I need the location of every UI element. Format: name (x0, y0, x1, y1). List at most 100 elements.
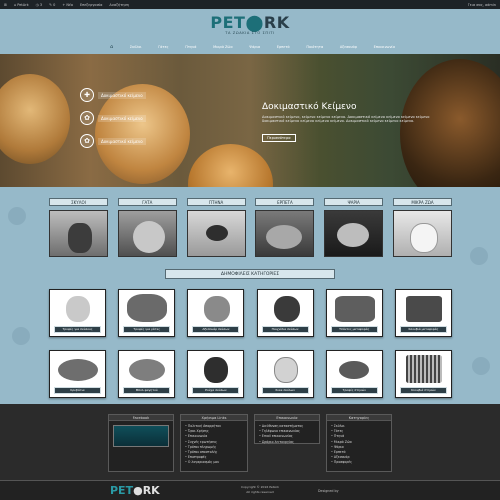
footer-logo-text-1: PET (110, 484, 134, 497)
nav-item[interactable]: Ψάρια (249, 45, 260, 49)
bird-image[interactable] (186, 210, 246, 257)
main-content: ΣΚΥΛΟΙ ΓΑΤΑ ΠΤΗΝΑ ΕΡΠΕΤΑ ΨΑΡΙΑ ΜΙΚΡΑ ΖΩΑ… (0, 187, 500, 404)
site-logo[interactable]: PET⬤RK ΤΑ ΖΩΑΚΙΑ ΣΤΟ ΣΠΙΤΙ (205, 13, 295, 35)
nav-item[interactable]: Σκύλοι (130, 45, 142, 49)
hero-banner: ✚ Δοκιμαστικό κείμενο ✿ Δοκιμαστικό κείμ… (0, 54, 500, 187)
category-card[interactable]: Τροφές για σκύλους (49, 289, 106, 337)
pet-type-label: ΣΚΥΛΟΙ (49, 198, 108, 206)
footer-logo-paw-icon: ● (133, 484, 143, 497)
hero-feature: ✿ Δοκιμαστικό κείμενο (80, 111, 195, 125)
nav-item[interactable]: Ερπετά (277, 45, 290, 49)
pet-type-label: ΨΑΡΙΑ (324, 198, 384, 206)
popular-categories-title: ΔΗΜΟΦΙΛΕΙΣ ΚΑΤΗΓΟΡΙΕΣ (165, 269, 335, 279)
hero-body: Δοκιμαστικό κείμενο, κείμενο κείμενο κεί… (262, 115, 430, 124)
admin-bar-item[interactable]: ⊞ (4, 3, 7, 7)
pet-type-reptiles[interactable]: ΕΡΠΕΤΑ (255, 198, 315, 258)
facebook-page-preview[interactable] (113, 425, 169, 447)
pet-type-small-animals[interactable]: ΜΙΚΡΑ ΖΩΑ (392, 198, 452, 258)
nav-item[interactable]: Επικοινωνία (374, 45, 395, 49)
category-card[interactable]: Μπολ φαγητού (118, 350, 176, 398)
category-label: Μπολ φαγητού (123, 387, 171, 394)
category-image (338, 361, 369, 379)
category-card[interactable]: Τροφές για γάτες (118, 289, 176, 337)
admin-bar-item[interactable]: ◷ 3 (36, 3, 42, 7)
footer-logo[interactable]: PET●RK (110, 484, 160, 497)
copyright: Copyright © 2016 PetArk All rights reser… (220, 485, 300, 494)
category-card[interactable]: Παιχνίδια σκύλων (256, 289, 314, 337)
pet-type-birds[interactable]: ΠΤΗΝΑ (186, 198, 246, 258)
hero-feature-label: Δοκιμαστικό κείμενο (98, 91, 146, 99)
hero-more-button[interactable]: Περισσότερα (262, 133, 296, 142)
hero-features: ✚ Δοκιμαστικό κείμενο ✿ Δοκιμαστικό κείμ… (80, 88, 195, 157)
category-image (66, 296, 90, 322)
pet-type-label: ΠΤΗΝΑ (186, 198, 246, 206)
category-card[interactable]: Τσάντες μεταφοράς (325, 289, 383, 337)
category-label: Κλουβιά πτηνών (399, 387, 447, 394)
category-image (273, 296, 300, 322)
paw-icon: ✿ (80, 111, 94, 125)
category-image (127, 294, 168, 322)
category-image (58, 359, 98, 381)
category-label: Κρεβάτια (54, 387, 101, 394)
category-image (334, 296, 375, 322)
bottom-bar: PET●RK Copyright © 2016 PetArk All right… (0, 480, 500, 500)
site-footer: Facebook Χρήσιμα Links Πολιτική Απορρήτο… (0, 404, 500, 480)
home-icon[interactable]: ⌂ (110, 44, 113, 50)
category-card[interactable]: Κλουβιά μεταφοράς (394, 289, 452, 337)
cat-image[interactable] (117, 210, 177, 257)
category-image (204, 296, 231, 322)
category-label: Τσάντες μεταφοράς (330, 326, 378, 333)
category-label: Τροφές πτηνών (330, 387, 378, 394)
nav-item[interactable]: Ποιότητα (306, 45, 323, 49)
categories-widget: Κατηγορίες Σκύλοι Γάτες Πτηνά Μικρά Ζώα … (326, 414, 392, 472)
reptile-image[interactable] (255, 210, 315, 257)
fish-image[interactable] (324, 210, 384, 257)
pet-type-dogs[interactable]: ΣΚΥΛΟΙ (49, 198, 108, 258)
site-header: PET⬤RK ΤΑ ΖΩΑΚΙΑ ΣΤΟ ΣΠΙΤΙ ⌂ Σκύλοι Γάτε… (0, 9, 500, 54)
admin-bar-item[interactable]: + Νέο (62, 3, 73, 7)
hero-feature-label: Δοκιμαστικό κείμενο (98, 114, 146, 122)
puppy-image (188, 144, 273, 187)
paw-decoration (472, 357, 490, 375)
category-card[interactable]: Κρεβάτια (49, 350, 106, 398)
logo-paw-icon: ⬤ (245, 13, 264, 32)
puppy-image (0, 74, 70, 164)
pet-type-label: ΕΡΠΕΤΑ (255, 198, 315, 206)
category-card[interactable]: Τροφές πτηνών (325, 350, 383, 398)
hero-text: Δοκιμαστικό Κείμενο Δοκιμαστικό κείμενο,… (262, 102, 442, 143)
category-label: Παιχνίδια σκύλων (261, 326, 309, 333)
rabbit-image[interactable] (392, 210, 452, 257)
footer-link[interactable]: Ο λογαριασμός μου (185, 460, 243, 465)
admin-bar-item[interactable]: ⌂ PetArk (14, 3, 29, 7)
pet-type-label: ΓΑΤΑ (117, 198, 177, 206)
facebook-widget-title: Facebook (109, 415, 173, 421)
nav-item[interactable]: Γάτες (158, 45, 168, 49)
dog-image[interactable] (49, 210, 108, 257)
nav-item[interactable]: Πτηνά (185, 45, 196, 49)
footer-category-link[interactable]: Προσφορές (331, 460, 387, 465)
category-label: Σνακ σκύλων (261, 387, 309, 394)
admin-bar-item[interactable]: ✎ 0 (49, 3, 55, 7)
paw-icon: ✿ (80, 134, 94, 148)
paw-decoration (470, 247, 488, 265)
facebook-widget: Facebook (108, 414, 174, 472)
designer-credit[interactable]: Designed by (318, 489, 339, 493)
admin-bar-account[interactable]: Γεια σας, admin (468, 3, 496, 7)
admin-bar-item[interactable]: Επεξεργασία (80, 3, 102, 7)
rights-text: All rights reserved (246, 489, 274, 494)
pet-type-cats[interactable]: ΓΑΤΑ (117, 198, 177, 258)
hero-feature: ✿ Δοκιμαστικό κείμενο (80, 134, 195, 148)
category-label: Αξεσουάρ σκύλων (192, 326, 240, 333)
category-card[interactable]: Κλουβιά πτηνών (394, 350, 452, 398)
category-card[interactable]: Ρούχα σκύλων (187, 350, 245, 398)
category-card[interactable]: Αξεσουάρ σκύλων (187, 289, 245, 337)
category-card[interactable]: Σνακ σκύλων (256, 350, 314, 398)
admin-bar-item[interactable]: Αναζήτηση (109, 3, 129, 7)
hero-feature: ✚ Δοκιμαστικό κείμενο (80, 88, 195, 102)
category-image (129, 359, 166, 381)
pet-type-fish[interactable]: ΨΑΡΙΑ (324, 198, 384, 258)
category-grid: Τροφές για σκύλους Τροφές για γάτες Αξεσ… (49, 289, 452, 399)
nav-item[interactable]: Μικρά Ζώα (213, 45, 233, 49)
nav-item[interactable]: Αξεσουάρ (340, 45, 357, 49)
pet-type-label: ΜΙΚΡΑ ΖΩΑ (392, 198, 452, 206)
